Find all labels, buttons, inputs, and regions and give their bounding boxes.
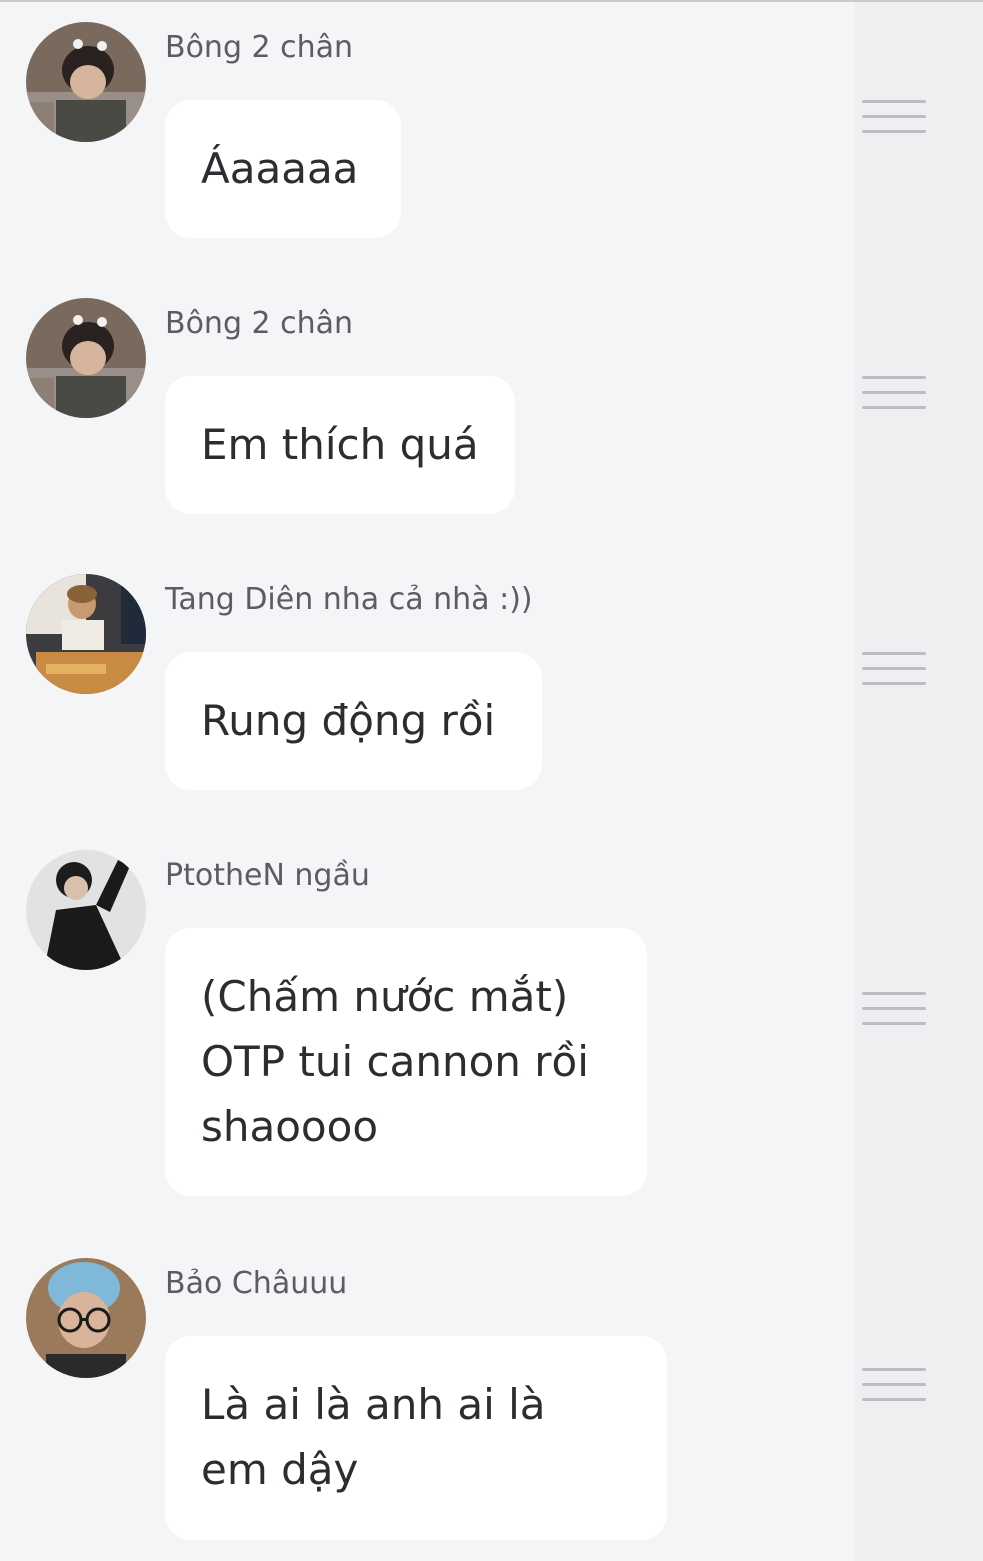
hamburger-menu-icon[interactable] bbox=[862, 100, 926, 136]
comment-bubble: Rung động rồi bbox=[165, 652, 542, 790]
top-divider bbox=[0, 0, 983, 2]
comment-bubble: Áaaaaa bbox=[165, 100, 401, 238]
user-avatar[interactable] bbox=[26, 1258, 146, 1378]
comment-item: Bông 2 chân Em thích quá bbox=[0, 298, 983, 518]
comment-item: Tang Diên nha cả nhà :)) Rung động rồi bbox=[0, 574, 983, 794]
comment-author[interactable]: Tang Diên nha cả nhà :)) bbox=[165, 582, 533, 618]
user-avatar[interactable] bbox=[26, 850, 146, 970]
user-avatar[interactable] bbox=[26, 298, 146, 418]
comment-item: Bông 2 chân Áaaaaa bbox=[0, 22, 983, 242]
user-avatar[interactable] bbox=[26, 574, 146, 694]
comment-item: Bảo Châuuu Là ai là anh ai là em dậy bbox=[0, 1258, 983, 1548]
user-avatar[interactable] bbox=[26, 22, 146, 142]
comment-author[interactable]: Bảo Châuuu bbox=[165, 1266, 347, 1302]
comment-author[interactable]: Bông 2 chân bbox=[165, 306, 353, 342]
comment-bubble: (Chấm nước mắt) OTP tui cannon rồi shaoo… bbox=[165, 928, 647, 1196]
comment-bubble: Là ai là anh ai là em dậy bbox=[165, 1336, 667, 1540]
hamburger-menu-icon[interactable] bbox=[862, 376, 926, 412]
comment-bubble: Em thích quá bbox=[165, 376, 515, 514]
hamburger-menu-icon[interactable] bbox=[862, 1368, 926, 1404]
comment-item: PtotheN ngầu (Chấm nước mắt) OTP tui can… bbox=[0, 850, 983, 1200]
comment-author[interactable]: Bông 2 chân bbox=[165, 30, 353, 66]
comment-author[interactable]: PtotheN ngầu bbox=[165, 858, 370, 894]
hamburger-menu-icon[interactable] bbox=[862, 992, 926, 1028]
hamburger-menu-icon[interactable] bbox=[862, 652, 926, 688]
